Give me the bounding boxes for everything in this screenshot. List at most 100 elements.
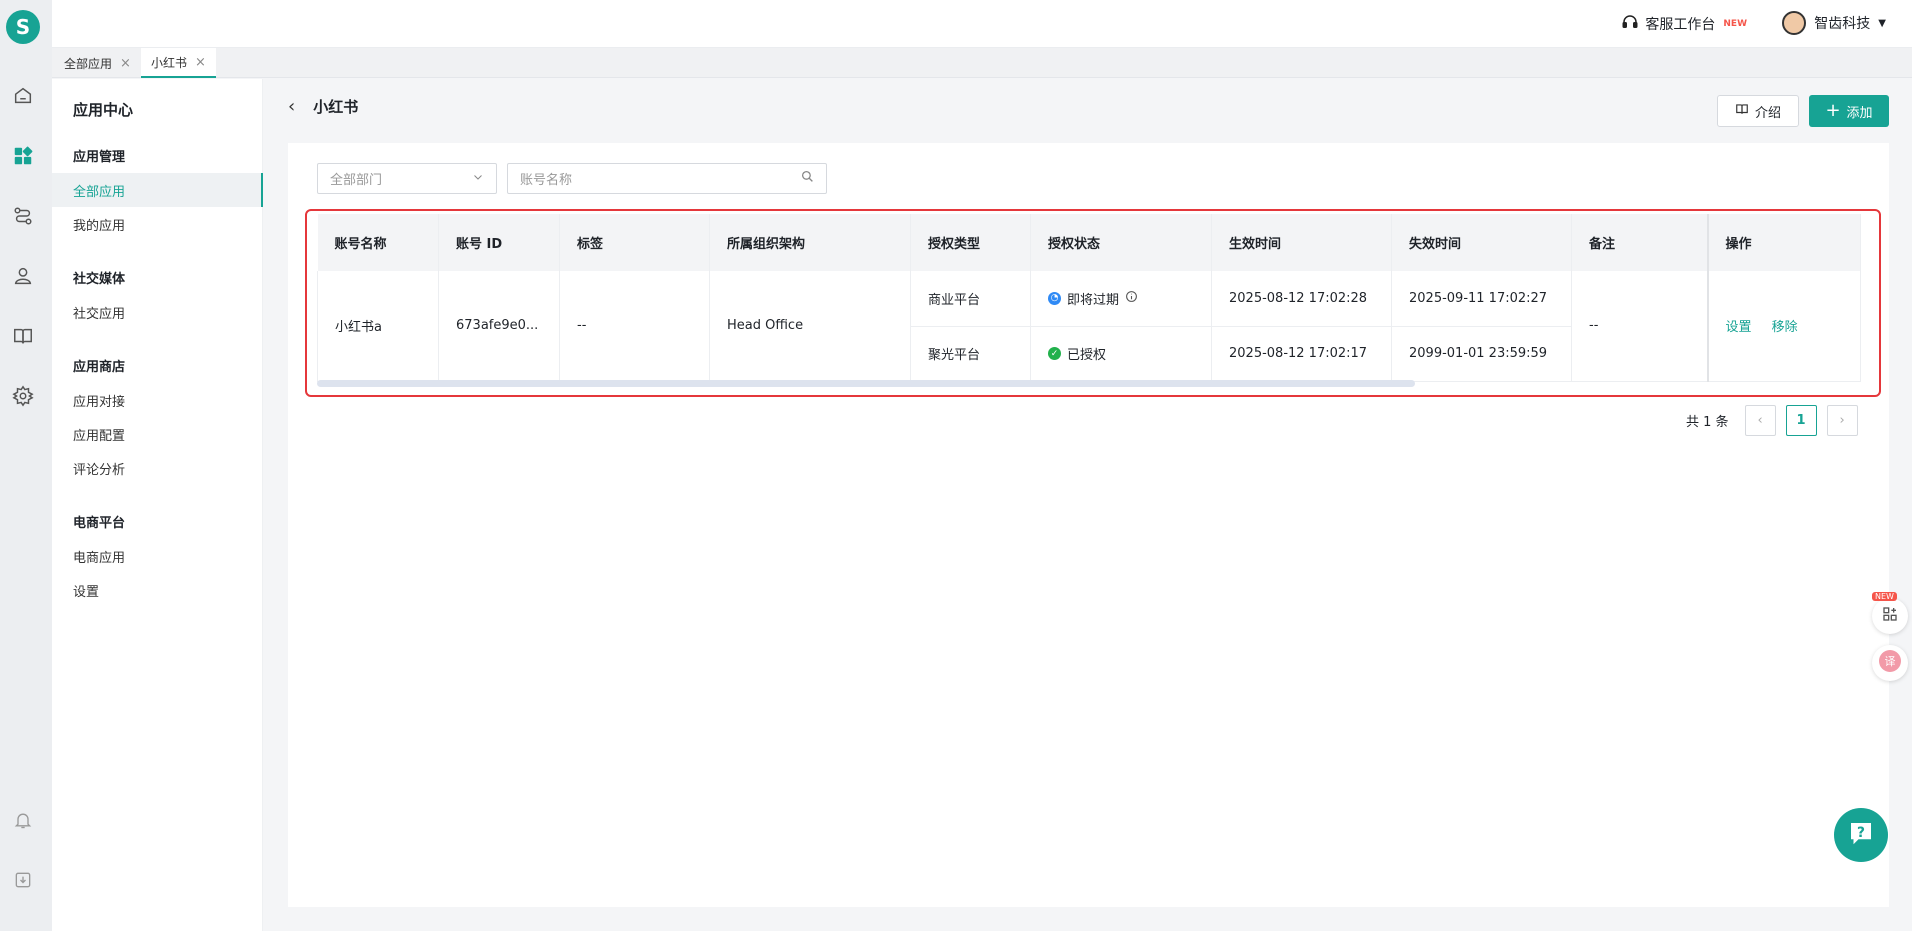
total-count: 共 1 条: [1686, 415, 1729, 430]
column-header: 失效时间: [1391, 214, 1572, 271]
headset-icon: [1621, 13, 1639, 35]
column-header: 生效时间: [1211, 214, 1392, 271]
sidebar-item-ecommerce-apps[interactable]: 电商应用: [52, 539, 263, 573]
auth-status-text: 即将过期: [1067, 292, 1120, 308]
book-open-icon: [1735, 102, 1749, 120]
back-arrow-icon[interactable]: ‹: [288, 96, 295, 117]
tab-xiaohongshu[interactable]: 小红书 ×: [141, 48, 216, 78]
app-logo[interactable]: S: [6, 10, 40, 44]
column-header: 标签: [559, 214, 710, 271]
account-search-input[interactable]: 账号名称: [507, 163, 827, 194]
svg-text:译: 译: [1885, 655, 1896, 668]
add-label: 添加: [1846, 105, 1873, 121]
remark-cell: --: [1571, 271, 1708, 382]
auth-status-cell: ◔ 即将过期: [1030, 271, 1212, 327]
column-header: 账号 ID: [438, 214, 560, 271]
sidebar-item-my-apps[interactable]: 我的应用: [52, 207, 263, 241]
end-time-cell: 2025-09-11 17:02:27: [1391, 271, 1572, 327]
floating-translate-button[interactable]: 译: [1872, 645, 1908, 681]
end-time-cell: 2099-01-01 23:59:59: [1391, 326, 1572, 382]
translate-icon: 译: [1878, 649, 1902, 677]
auth-status-text: 已授权: [1067, 348, 1107, 363]
close-icon[interactable]: ×: [195, 55, 206, 70]
column-header: 账号名称: [317, 214, 439, 271]
org-cell: Head Office: [709, 271, 911, 382]
search-placeholder: 账号名称: [520, 173, 573, 188]
account-id-cell: 673afe9e0...: [438, 271, 560, 382]
prev-page-button[interactable]: ‹: [1744, 405, 1776, 436]
sidebar-item-app-config[interactable]: 应用配置: [52, 417, 263, 451]
page-header: ‹ 小红书: [288, 96, 358, 117]
plus-icon: +: [1825, 100, 1841, 121]
sidebar-item-settings[interactable]: 设置: [52, 573, 263, 607]
home-icon[interactable]: [11, 84, 35, 108]
table-header-row: 账号名称 账号 ID 标签 所属组织架构 授权类型 授权状态 生效时间 失效时间…: [317, 214, 1861, 271]
tab-bar: 全部应用 × 小红书 ×: [52, 48, 1912, 78]
book-icon[interactable]: [11, 324, 35, 348]
help-chat-icon: ?: [1846, 818, 1876, 852]
new-badge: NEW: [1723, 19, 1747, 29]
apps-icon[interactable]: [11, 144, 35, 168]
service-workbench-label: 客服工作台: [1645, 17, 1716, 33]
gear-icon[interactable]: [11, 384, 35, 408]
department-select[interactable]: 全部部门: [317, 163, 497, 194]
horizontal-scrollbar[interactable]: [317, 380, 1415, 387]
route-icon[interactable]: [11, 204, 35, 228]
sidebar: 应用中心 应用管理 全部应用 我的应用 社交媒体 社交应用 应用商店 应用对接 …: [52, 79, 263, 931]
column-header: 授权状态: [1030, 214, 1212, 271]
intro-label: 介绍: [1754, 105, 1781, 121]
column-header: 操作: [1706, 214, 1861, 271]
new-badge: NEW: [1872, 592, 1897, 601]
check-icon: ✓: [1048, 347, 1061, 360]
clock-icon: ◔: [1048, 291, 1061, 305]
sidebar-item-app-integration[interactable]: 应用对接: [52, 383, 263, 417]
department-select-value: 全部部门: [330, 173, 383, 188]
start-time-cell: 2025-08-12 17:02:17: [1211, 326, 1392, 382]
remove-link[interactable]: 移除: [1772, 320, 1798, 335]
sidebar-item-review-analysis[interactable]: 评论分析: [52, 451, 263, 485]
sidebar-item-social-apps[interactable]: 社交应用: [52, 295, 263, 329]
close-icon[interactable]: ×: [120, 56, 131, 71]
sidebar-group-label: 电商平台: [73, 516, 126, 531]
start-time-cell: 2025-08-12 17:02:28: [1211, 271, 1392, 327]
page-number-button[interactable]: 1: [1785, 405, 1817, 436]
icon-rail: S: [0, 0, 52, 931]
search-icon[interactable]: [801, 170, 814, 187]
auth-status-cell: ✓ 已授权: [1030, 326, 1212, 382]
page-title: 小红书: [313, 98, 359, 116]
auth-type-cell: 商业平台: [910, 271, 1031, 327]
sidebar-group-label: 应用管理: [73, 150, 126, 165]
account-name-cell: 小红书a: [317, 271, 439, 382]
tab-label: 小红书: [151, 55, 188, 70]
sidebar-group-label: 应用商店: [73, 360, 126, 375]
add-button[interactable]: + 添加: [1809, 95, 1889, 127]
service-workbench-link[interactable]: 客服工作台 NEW: [1621, 13, 1747, 35]
tab-label: 全部应用: [64, 56, 113, 71]
tab-all-apps[interactable]: 全部应用 ×: [54, 48, 141, 78]
column-header: 授权类型: [910, 214, 1031, 271]
table-row: 小红书a 673afe9e0... -- Head Office 商业平台 ◔ …: [317, 271, 1861, 382]
top-bar: 客服工作台 NEW 智齿科技 ▼: [52, 0, 1912, 48]
auth-type-cell: 聚光平台: [910, 326, 1031, 382]
chevron-down-icon: [472, 171, 484, 187]
tag-cell: --: [559, 271, 710, 382]
sidebar-item-all-apps[interactable]: 全部应用: [52, 173, 263, 207]
intro-button[interactable]: 介绍: [1717, 95, 1799, 127]
actions-cell: 设置 移除: [1706, 271, 1861, 382]
download-icon[interactable]: [11, 868, 35, 892]
floating-app-button[interactable]: NEW: [1872, 592, 1908, 634]
bell-icon[interactable]: [11, 808, 35, 832]
sidebar-title: 应用中心: [73, 101, 134, 119]
user-menu[interactable]: 智齿科技 ▼: [1782, 11, 1886, 35]
user-icon[interactable]: [11, 264, 35, 288]
settings-link[interactable]: 设置: [1726, 320, 1752, 335]
grid-plus-icon: [1882, 606, 1898, 626]
accounts-table: 账号名称 账号 ID 标签 所属组织架构 授权类型 授权状态 生效时间 失效时间…: [317, 214, 1861, 382]
column-header: 备注: [1571, 214, 1708, 271]
next-page-button[interactable]: ›: [1826, 405, 1858, 436]
avatar: [1782, 11, 1807, 35]
info-icon[interactable]: [1125, 290, 1138, 307]
help-button[interactable]: ?: [1834, 808, 1888, 862]
column-header: 所属组织架构: [709, 214, 911, 271]
sidebar-group-label: 社交媒体: [73, 272, 126, 287]
